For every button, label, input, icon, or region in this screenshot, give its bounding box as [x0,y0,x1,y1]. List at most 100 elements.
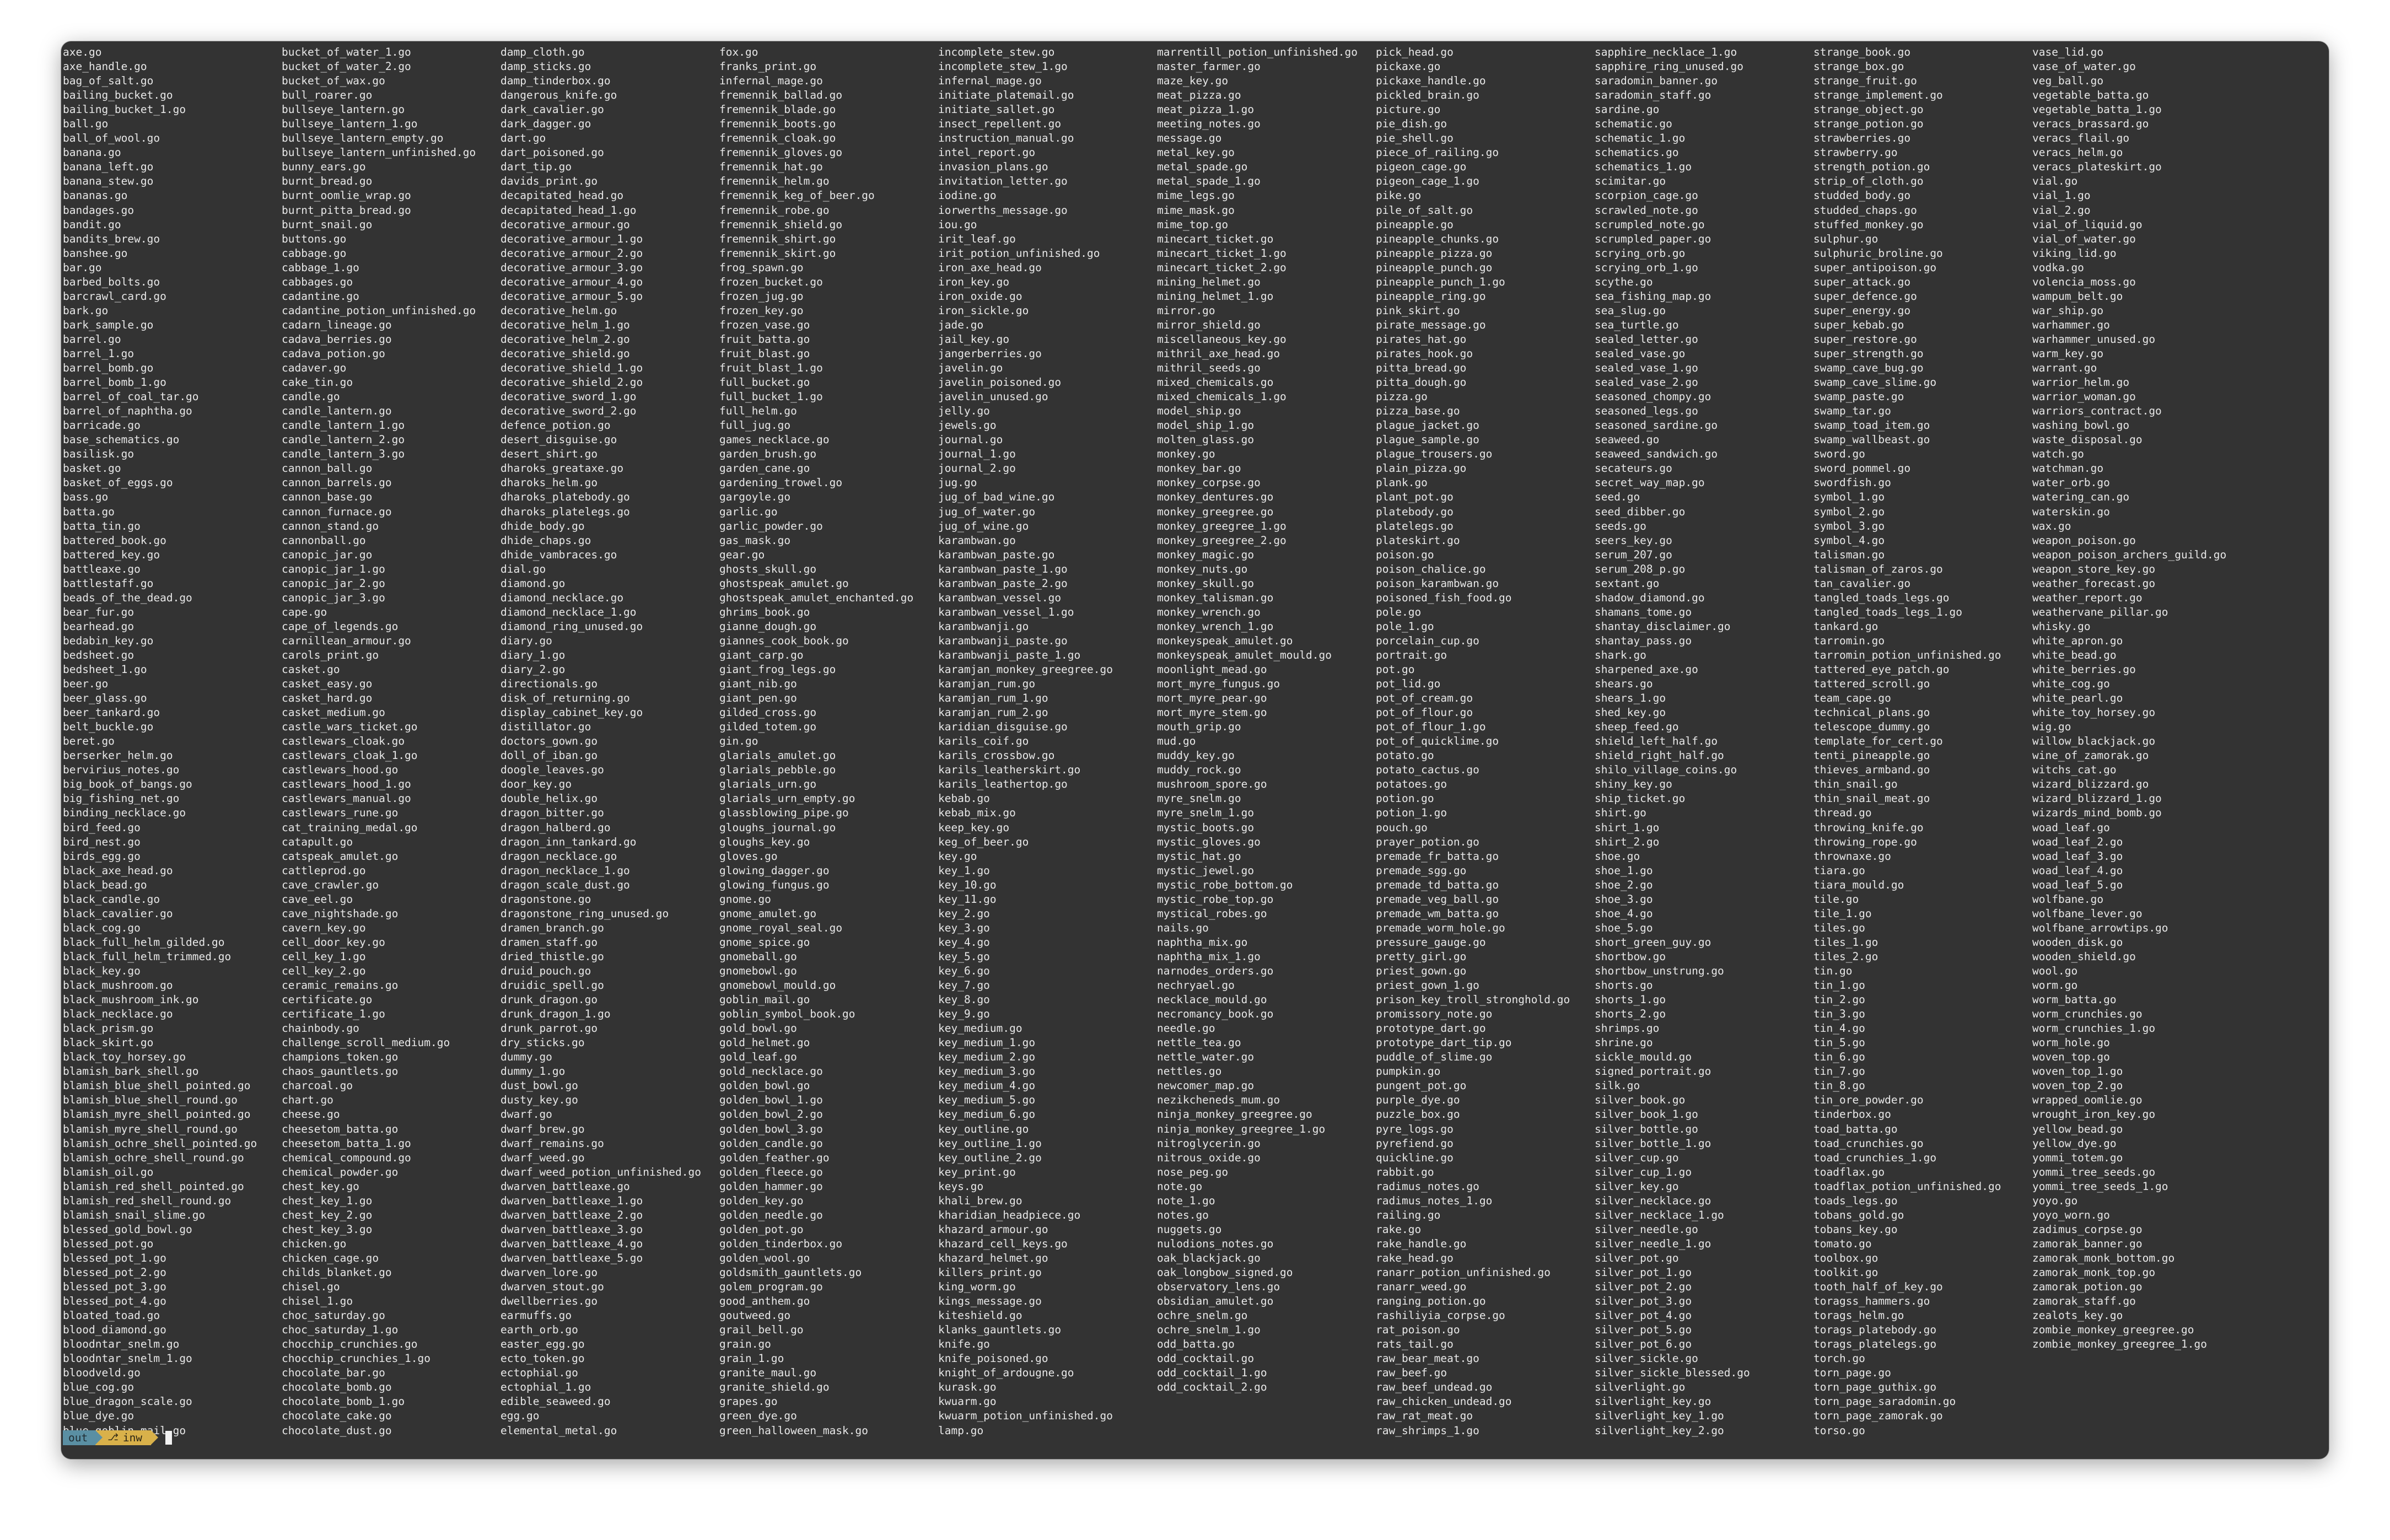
file-entry: cadantine_potion_unfinished.go [282,304,476,317]
file-entry: radimus_notes_1.go [1376,1194,1493,1207]
file-entry: bedsheet.go [63,648,134,661]
file-entry: mystical_robes.go [1157,907,1267,920]
file-entry: tile_1.go [1813,907,1872,920]
file-entry: warrior_helm.go [2032,376,2130,389]
file-entry: black_mushroom.go [63,979,173,992]
file-entry: obsidian_amulet.go [1157,1295,1274,1308]
file-entry: tiles_1.go [1813,935,1878,949]
file-entry: garden_cane.go [719,462,810,475]
file-entry: yoyo_worn.go [2032,1208,2110,1221]
file-listing: axe.go axe_handle.go bag_of_salt.go bailing… [63,45,2329,1437]
file-entry: sword_pommel.go [1813,462,1911,475]
file-entry: jade.go [938,318,984,331]
file-entry: willow_blackjack.go [2032,735,2156,748]
file-entry: pile_of_salt.go [1376,203,1473,217]
file-entry: narnodes_orders.go [1157,965,1274,977]
file-entry: carols_print.go [282,648,379,661]
file-entry: waste_disposal.go [2032,433,2143,446]
file-entry: tiles_2.go [1813,950,1878,963]
file-entry: khazard_cell_keys.go [938,1237,1068,1250]
file-entry: toad_crunchies_1.go [1813,1151,1937,1164]
file-entry: swamp_cave_slime.go [1813,376,1937,389]
file-entry: ghosts_skull.go [719,562,817,575]
file-entry: premade_td_batta.go [1376,878,1499,891]
file-entry: key_print.go [938,1165,1016,1178]
file-entry: nettles.go [1157,1065,1222,1078]
file-entry: chisel_1.go [282,1295,353,1308]
file-entry: mixed_chemicals_1.go [1157,390,1286,403]
file-entry: tangled_toads_legs.go [1813,591,1950,604]
file-column: marrentill_potion_unfinished.go master_fa… [1157,45,1375,1394]
file-entry: bucket_of_water_2.go [282,60,411,73]
file-entry: blamish_bark_shell.go [63,1065,199,1078]
file-entry: golden_needle.go [719,1208,823,1221]
file-entry: ochre_snelm.go [1157,1309,1248,1322]
file-entry: canopic_jar_1.go [282,562,385,575]
file-entry: chocolate_bar.go [282,1366,385,1380]
file-entry: giant_nib.go [719,677,797,691]
file-entry: technical_plans.go [1813,706,1930,719]
file-entry: strange_potion.go [1813,117,1924,131]
text-cursor[interactable] [165,1431,173,1445]
file-entry: dwarf.go [500,1108,552,1121]
file-entry: burnt_bread.go [282,175,373,188]
file-entry: dwarven_battleaxe.go [500,1180,630,1193]
file-entry: silver_pot_1.go [1595,1266,1692,1279]
file-entry: wolfbane_arrowtips.go [2032,921,2168,934]
file-entry: super_attack.go [1813,275,1911,288]
file-entry: golden_bowl_1.go [719,1094,823,1107]
file-entry: dramen_branch.go [500,921,604,934]
file-entry: carnillean_armour.go [282,634,411,647]
file-entry: cannon_stand.go [282,519,379,532]
file-entry: diamond_necklace.go [500,591,624,604]
file-entry: sardine.go [1595,103,1660,116]
file-entry: white_bead.go [2032,648,2117,661]
file-entry: key_5.go [938,950,990,963]
file-entry: karambwan_paste_1.go [938,562,1068,575]
file-entry: shorts.go [1595,979,1653,992]
file-entry: key_4.go [938,935,990,949]
file-entry: ghrims_book.go [719,605,810,618]
file-entry: symbol_4.go [1813,534,1885,547]
file-entry: vial.go [2032,175,2078,188]
terminal-window[interactable]: axe.go axe_handle.go bag_of_salt.go bailing… [61,41,2329,1459]
file-entry: tomato.go [1813,1237,1872,1250]
file-entry: golden_feather.go [719,1151,830,1164]
file-entry: toads_legs.go [1813,1194,1898,1207]
file-entry: pyre_logs.go [1376,1122,1454,1135]
file-entry: keys.go [938,1180,984,1193]
file-entry: black_cavalier.go [63,907,173,920]
file-entry: mystic_robe_bottom.go [1157,878,1293,891]
file-entry: potion_1.go [1376,806,1447,820]
file-entry: kharidian_headpiece.go [938,1208,1081,1221]
file-entry: diary.go [500,634,552,647]
file-entry: veg_ball.go [2032,74,2104,88]
file-entry: karils_crossbow.go [938,749,1055,762]
file-entry: chocolate_cake.go [282,1409,392,1423]
file-entry: pickaxe_handle.go [1376,74,1486,88]
file-entry: pineapple_punch.go [1376,261,1493,274]
file-entry: odd_batta.go [1157,1338,1235,1351]
file-entry: bloodntar_snelm.go [63,1338,180,1351]
file-entry: irit_potion_unfinished.go [938,246,1100,260]
file-entry: bloated_toad.go [63,1309,160,1322]
file-entry: axe_handle.go [63,60,147,73]
file-entry: mystic_boots.go [1157,821,1255,834]
file-entry: sea_slug.go [1595,304,1666,317]
file-entry: studded_chaps.go [1813,203,1917,217]
file-entry: seaweed.go [1595,433,1660,446]
file-entry: miscellaneous_key.go [1157,332,1286,346]
file-entry: dwarven_stout.go [500,1280,604,1294]
file-entry: silver_cup.go [1595,1151,1679,1164]
file-entry: black_bead.go [63,878,147,891]
file-entry: display_cabinet_key.go [500,706,643,719]
file-entry: shears_1.go [1595,692,1666,705]
file-entry: casket_medium.go [282,706,385,719]
file-entry: javelin_unused.go [938,390,1048,403]
file-entry: golden_pot.go [719,1223,804,1236]
file-entry: plague_sample.go [1376,433,1479,446]
file-entry: ranarr_weed.go [1376,1280,1467,1294]
file-entry: sealed_vase_2.go [1595,376,1698,389]
file-entry: goblin_mail.go [719,993,810,1006]
file-entry: secret_way_map.go [1595,476,1705,489]
